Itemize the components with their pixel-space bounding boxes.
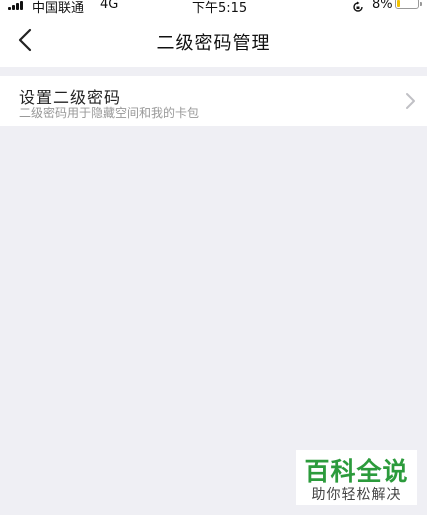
navigation-bar: 二级密码管理 <box>0 14 427 67</box>
network-type-label: 4G <box>100 0 119 12</box>
set-secondary-password-item[interactable]: 设置二级密码 二级密码用于隐藏空间和我的卡包 <box>0 76 427 126</box>
page-title: 二级密码管理 <box>156 33 271 54</box>
battery-level-fill <box>397 0 400 7</box>
battery-percent: 8% <box>372 0 393 12</box>
signal-strength-icon <box>8 1 28 10</box>
carrier-label: 中国联通 <box>32 1 85 14</box>
watermark-logo: 百科全说 助你轻松解决 <box>296 450 417 505</box>
status-bar: 中国联通 4G 下午5:15 8% <box>0 0 427 14</box>
chevron-right-icon <box>404 91 416 111</box>
rotation-lock-icon <box>352 0 364 12</box>
battery-icon <box>395 0 422 9</box>
list-item-subtitle: 二级密码用于隐藏空间和我的卡包 <box>19 106 200 120</box>
status-time: 下午5:15 <box>192 1 248 14</box>
watermark-title: 百科全说 <box>304 457 409 486</box>
watermark-subtitle: 助你轻松解决 <box>311 487 402 503</box>
